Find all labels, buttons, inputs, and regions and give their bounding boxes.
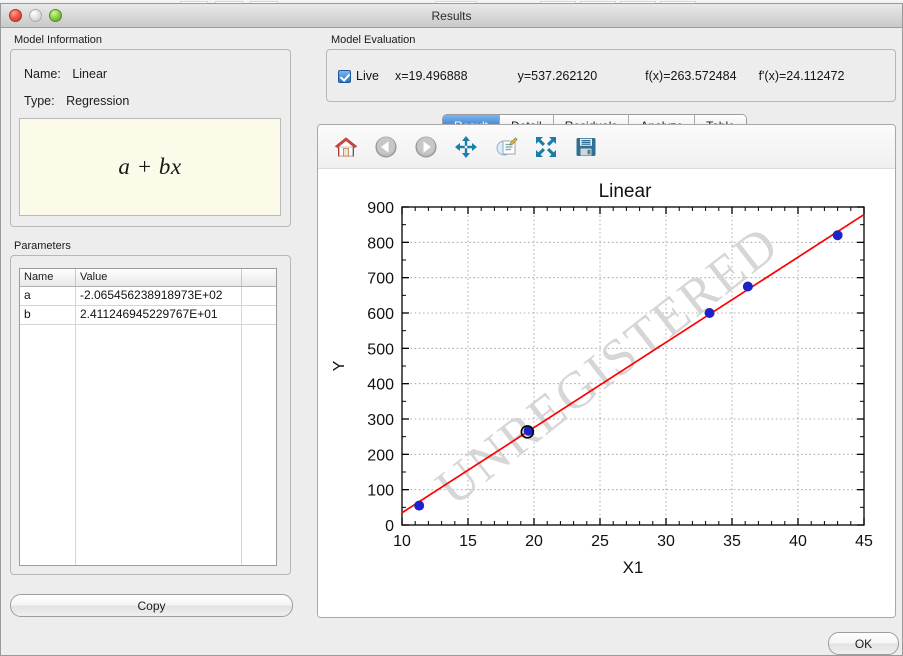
x-tick-label: 30 bbox=[657, 533, 675, 550]
column-header-extra[interactable] bbox=[242, 269, 276, 286]
model-type-row: Type: Regression bbox=[24, 94, 129, 108]
app-root: Results Model Information Name: Linear T… bbox=[0, 0, 903, 656]
cell-empty bbox=[76, 325, 242, 566]
model-type-key: Type: bbox=[24, 94, 55, 108]
home-icon[interactable] bbox=[332, 133, 360, 161]
x-tick-label: 35 bbox=[723, 533, 741, 550]
window-controls bbox=[9, 9, 62, 22]
chart-plot-area[interactable]: Linear UNREGISTERED 1015202530354045 010… bbox=[318, 169, 895, 618]
data-point bbox=[414, 501, 424, 511]
save-floppy-icon[interactable] bbox=[572, 133, 600, 161]
column-header-name[interactable]: Name bbox=[20, 269, 76, 286]
data-point bbox=[833, 230, 843, 240]
y-tick-label: 700 bbox=[367, 271, 394, 288]
cell-param-name: a bbox=[20, 287, 76, 305]
y-tick-label: 100 bbox=[367, 483, 394, 500]
y-tick-label: 600 bbox=[367, 306, 394, 323]
forward-arrow-icon[interactable] bbox=[412, 133, 440, 161]
zoom-fit-icon[interactable] bbox=[532, 133, 560, 161]
data-point bbox=[705, 308, 715, 318]
y-tick-label: 400 bbox=[367, 377, 394, 394]
back-arrow-icon[interactable] bbox=[372, 133, 400, 161]
y-tick-label: 800 bbox=[367, 235, 394, 252]
model-evaluation-row: Live x=19.496888 y=537.262120 f(x)=263.5… bbox=[326, 64, 896, 88]
cell-param-extra bbox=[242, 287, 276, 305]
model-evaluation-group-label: Model Evaluation bbox=[331, 34, 415, 46]
x-axis-label: X1 bbox=[623, 558, 644, 577]
results-window: Results Model Information Name: Linear T… bbox=[0, 3, 903, 656]
data-point bbox=[743, 282, 753, 292]
y-axis-tick-labels: 0 100 200 300 400 500 600 700 800 900 bbox=[367, 200, 394, 535]
y-tick-label: 300 bbox=[367, 412, 394, 429]
chart-panel: Linear UNREGISTERED 1015202530354045 010… bbox=[317, 124, 896, 618]
window-titlebar[interactable]: Results bbox=[1, 4, 902, 28]
cell-empty bbox=[242, 325, 276, 566]
cell-param-value: -2.065456238918973E+02 bbox=[76, 287, 242, 305]
x-tick-label: 15 bbox=[459, 533, 477, 550]
x-tick-label: 20 bbox=[525, 533, 543, 550]
y-tick-label: 500 bbox=[367, 341, 394, 358]
model-name-row: Name: Linear bbox=[24, 67, 107, 81]
pan-move-icon[interactable] bbox=[452, 133, 480, 161]
column-header-value[interactable]: Value bbox=[76, 269, 242, 286]
eval-fprime-value: f'(x)=24.112472 bbox=[759, 69, 845, 83]
y-tick-label: 200 bbox=[367, 447, 394, 464]
watermark-text: UNREGISTERED bbox=[426, 215, 790, 517]
chart-title: Linear bbox=[599, 181, 652, 202]
window-title: Results bbox=[431, 9, 471, 23]
parameters-table-header: Name Value bbox=[20, 269, 276, 287]
table-row[interactable]: a -2.065456238918973E+02 bbox=[20, 287, 276, 306]
zoom-button-icon[interactable] bbox=[49, 9, 62, 22]
live-label: Live bbox=[356, 69, 379, 83]
model-type-value: Regression bbox=[66, 94, 129, 108]
x-tick-label: 45 bbox=[855, 533, 873, 550]
y-tick-label: 0 bbox=[385, 518, 394, 535]
close-button-icon[interactable] bbox=[9, 9, 22, 22]
chart-toolbar bbox=[318, 125, 895, 169]
model-name-value: Linear bbox=[72, 67, 107, 81]
eval-fx-value: f(x)=263.572484 bbox=[645, 69, 736, 83]
table-row-empty bbox=[20, 325, 276, 566]
cell-param-value: 2.411246945229767E+01 bbox=[76, 306, 242, 324]
cell-param-name: b bbox=[20, 306, 76, 324]
model-formula-box: a + bx bbox=[19, 118, 281, 216]
parameters-table[interactable]: Name Value a -2.065456238918973E+02 b 2.… bbox=[19, 268, 277, 566]
eval-y-value: y=537.262120 bbox=[518, 69, 598, 83]
cell-empty bbox=[20, 325, 76, 566]
model-name-key: Name: bbox=[24, 67, 61, 81]
linear-regression-scatter-plot: Linear UNREGISTERED 1015202530354045 010… bbox=[318, 169, 895, 618]
eval-x-value: x=19.496888 bbox=[395, 69, 468, 83]
edit-configure-icon[interactable] bbox=[492, 133, 520, 161]
y-tick-label: 900 bbox=[367, 200, 394, 217]
x-tick-label: 10 bbox=[393, 533, 411, 550]
live-checkbox[interactable] bbox=[338, 70, 351, 83]
x-tick-label: 40 bbox=[789, 533, 807, 550]
x-axis-tick-labels: 10 15 20 25 30 35 40 45 bbox=[393, 533, 873, 550]
parameters-group-label: Parameters bbox=[14, 240, 71, 252]
model-formula-text: a + bx bbox=[118, 154, 181, 180]
x-tick-label: 25 bbox=[591, 533, 609, 550]
regression-fit-line bbox=[402, 215, 864, 513]
ok-button[interactable]: OK bbox=[828, 632, 899, 655]
model-information-group-label: Model Information bbox=[14, 34, 102, 46]
minimize-button-icon[interactable] bbox=[29, 9, 42, 22]
cell-param-extra bbox=[242, 306, 276, 324]
y-axis-label: Y bbox=[331, 360, 348, 371]
copy-button[interactable]: Copy bbox=[10, 594, 293, 617]
table-row[interactable]: b 2.411246945229767E+01 bbox=[20, 306, 276, 325]
